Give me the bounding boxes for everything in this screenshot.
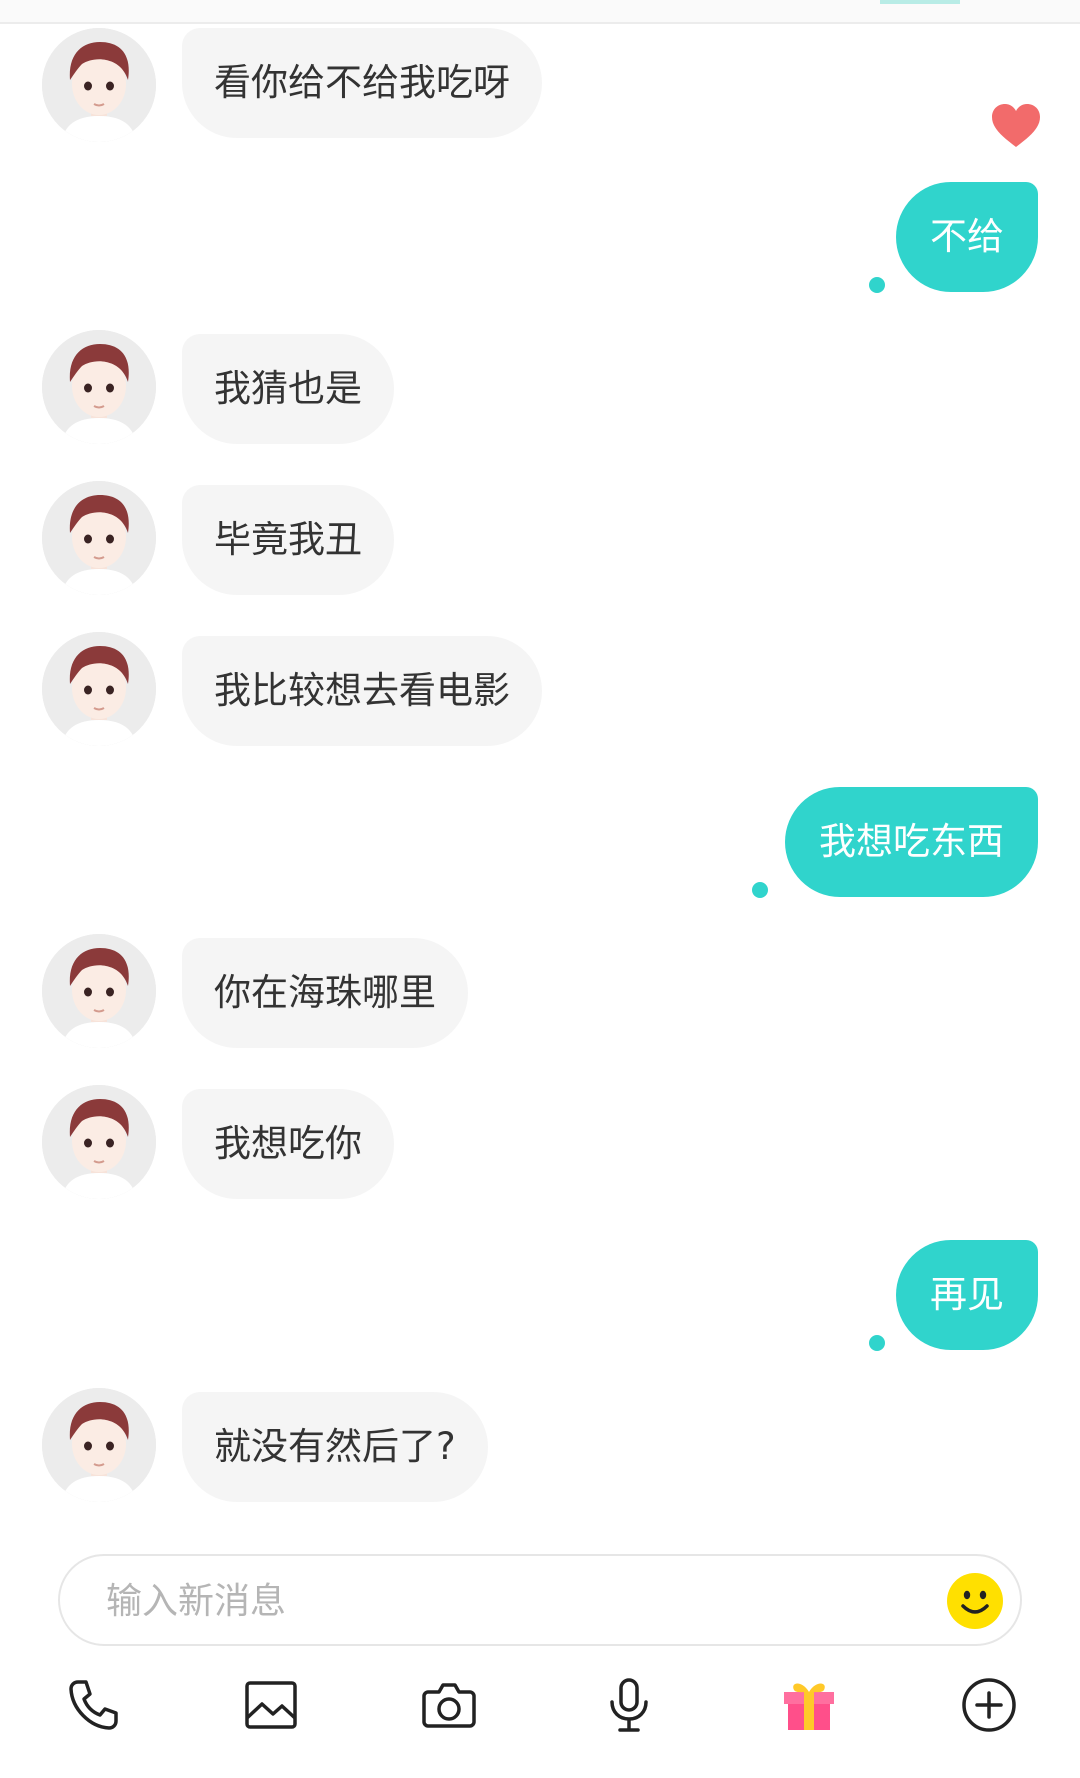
incoming-message-bubble[interactable]: 我比较想去看电影 [182, 636, 542, 746]
heart-icon[interactable] [990, 103, 1042, 149]
incoming-message-bubble[interactable]: 我猜也是 [182, 334, 394, 444]
phone-icon [69, 1680, 118, 1730]
incoming-message-bubble[interactable]: 就没有然后了? [182, 1392, 488, 1502]
incoming-message-bubble[interactable]: 我想吃你 [182, 1089, 394, 1199]
top-accent [880, 0, 960, 4]
image-icon [245, 1681, 297, 1729]
sent-status-dot [869, 1335, 885, 1351]
microphone-icon [610, 1678, 648, 1732]
message-composer [58, 1554, 1022, 1646]
avatar-face-icon [42, 632, 156, 746]
outgoing-message-bubble[interactable]: 不给 [896, 182, 1038, 292]
avatar-face-icon [42, 330, 156, 444]
avatar[interactable] [42, 330, 156, 444]
avatar[interactable] [42, 934, 156, 1048]
image-button[interactable] [236, 1670, 306, 1740]
avatar[interactable] [42, 632, 156, 746]
incoming-message-bubble[interactable]: 看你给不给我吃呀 [182, 28, 542, 138]
avatar-face-icon [42, 934, 156, 1048]
plus-circle-icon [962, 1678, 1016, 1732]
more-button[interactable] [954, 1670, 1024, 1740]
smiley-emoji-icon[interactable] [946, 1572, 1004, 1630]
bottom-toolbar [0, 1670, 1080, 1760]
avatar[interactable] [42, 28, 156, 142]
avatar-face-icon [42, 481, 156, 595]
outgoing-message-bubble[interactable]: 我想吃东西 [785, 787, 1038, 897]
camera-button[interactable] [414, 1670, 484, 1740]
message-input[interactable] [104, 1556, 888, 1646]
sent-status-dot [752, 882, 768, 898]
incoming-message-bubble[interactable]: 毕竟我丑 [182, 485, 394, 595]
avatar-face-icon [42, 1388, 156, 1502]
avatar[interactable] [42, 481, 156, 595]
gift-icon [784, 1683, 834, 1730]
outgoing-message-bubble[interactable]: 再见 [896, 1240, 1038, 1350]
phone-button[interactable] [58, 1670, 128, 1740]
sent-status-dot [869, 277, 885, 293]
camera-icon [422, 1683, 476, 1728]
avatar-face-icon [42, 28, 156, 142]
avatar[interactable] [42, 1085, 156, 1199]
voice-button[interactable] [594, 1670, 664, 1740]
avatar[interactable] [42, 1388, 156, 1502]
incoming-message-bubble[interactable]: 你在海珠哪里 [182, 938, 468, 1048]
gift-button[interactable] [774, 1670, 844, 1740]
avatar-face-icon [42, 1085, 156, 1199]
